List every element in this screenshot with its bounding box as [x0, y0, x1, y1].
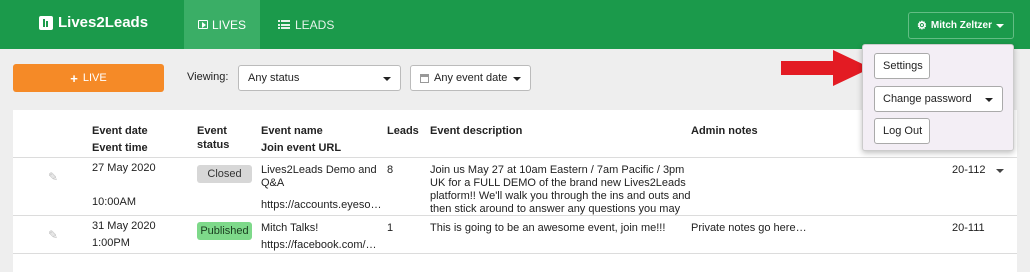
tab-lives[interactable]: LIVES	[184, 0, 260, 49]
settings-button[interactable]: Settings	[874, 53, 930, 79]
row2-join-url[interactable]: https://facebook.com/…	[261, 239, 377, 252]
row1-leads[interactable]: 8	[387, 164, 393, 177]
status-filter-value: Any status	[248, 72, 300, 84]
edit-pencil-icon[interactable]: ✎	[48, 228, 60, 242]
row1-name-line1[interactable]: Lives2Leads Demo and	[261, 164, 377, 177]
row1-id: 20-112	[952, 164, 986, 176]
logout-button[interactable]: Log Out	[874, 118, 930, 144]
date-filter-select[interactable]: Any event date	[410, 65, 531, 91]
row2-id: 20-111	[952, 222, 985, 234]
tab-leads[interactable]: LEADS	[274, 0, 338, 49]
user-name: Mitch Zeltzer	[930, 20, 992, 31]
gear-icon: ⚙	[917, 20, 927, 32]
brand-logo[interactable]: Lives2Leads	[39, 14, 148, 31]
user-dropdown-menu: Settings Change password Log Out	[862, 44, 1014, 151]
chevron-down-icon	[985, 98, 993, 102]
row2-name[interactable]: Mitch Talks!	[261, 222, 318, 235]
row1-desc-line2: UK for a FULL DEMO of the brand new Live…	[430, 177, 686, 189]
top-navbar: Lives2Leads LIVES LEADS ⚙ Mitch Zeltzer	[0, 0, 1030, 49]
add-live-label: LIVE	[82, 72, 107, 84]
add-live-button[interactable]: + LIVE	[13, 64, 164, 92]
row1-desc-line1: Join us May 27 at 10am Eastern / 7am Pac…	[430, 164, 685, 176]
tab-lives-label: LIVES	[211, 17, 247, 32]
row2-time: 1:00PM	[92, 237, 130, 249]
header-event-status-2[interactable]: status	[197, 137, 229, 153]
plus-icon: +	[70, 70, 78, 86]
header-event-name[interactable]: Event name	[261, 123, 323, 139]
edit-pencil-icon[interactable]: ✎	[48, 170, 60, 184]
divider	[13, 157, 1017, 158]
row2-desc: This is going to be an awesome event, jo…	[430, 222, 666, 234]
play-icon	[197, 20, 208, 29]
status-filter-select[interactable]: Any status	[238, 65, 401, 91]
row1-time: 10:00AM	[92, 196, 137, 208]
viewing-label: Viewing:	[187, 71, 229, 83]
row1-join-url[interactable]: https://accounts.eyeso…	[261, 199, 381, 212]
row2-admin-notes: Private notes go here…	[691, 222, 807, 234]
red-arrow-annotation	[781, 50, 871, 86]
status-badge: Published	[197, 222, 252, 240]
date-filter-value: Any event date	[434, 72, 508, 84]
logo-icon	[39, 15, 53, 30]
row1-date: 27 May 2020	[92, 162, 156, 174]
chevron-down-icon	[383, 77, 391, 81]
brand-name: Lives2Leads	[58, 14, 149, 31]
list-icon	[278, 20, 290, 29]
status-badge: Closed	[197, 165, 252, 183]
header-admin-notes[interactable]: Admin notes	[691, 123, 758, 139]
change-password-button[interactable]: Change password	[874, 86, 1003, 112]
header-join-url[interactable]: Join event URL	[261, 140, 341, 156]
tab-leads-label: LEADS	[295, 17, 335, 32]
header-event-date[interactable]: Event date	[92, 123, 148, 139]
user-menu-button[interactable]: ⚙ Mitch Zeltzer	[908, 12, 1014, 39]
row2-date: 31 May 2020	[92, 220, 156, 232]
row1-name-line2[interactable]: Q&A	[261, 177, 284, 190]
chevron-down-icon	[996, 24, 1004, 28]
chevron-down-icon	[513, 77, 521, 81]
header-leads[interactable]: Leads	[387, 123, 419, 139]
change-password-label: Change password	[883, 93, 972, 105]
header-event-time[interactable]: Event time	[92, 140, 148, 156]
chevron-down-icon[interactable]	[996, 169, 1004, 173]
row1-desc-line3: platform!! We'll walk you through the in…	[430, 190, 691, 202]
row2-leads[interactable]: 1	[387, 222, 393, 235]
divider	[13, 253, 1017, 254]
divider	[13, 215, 1017, 216]
header-description[interactable]: Event description	[430, 123, 522, 139]
calendar-icon	[420, 73, 429, 83]
